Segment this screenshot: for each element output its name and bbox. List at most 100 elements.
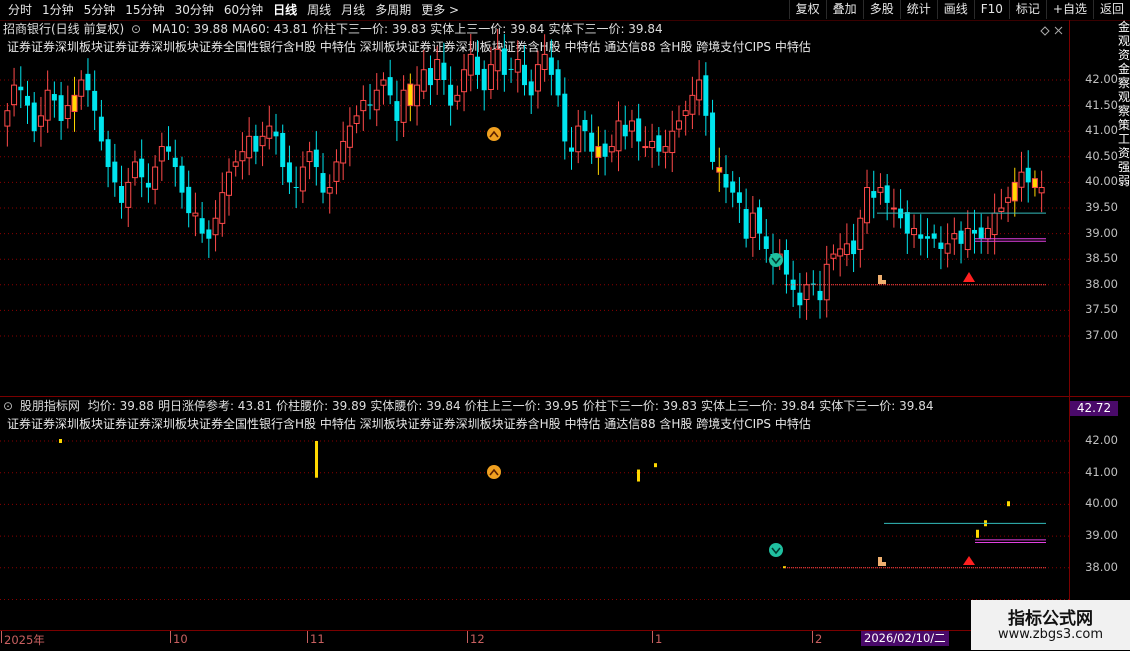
candle-body [326, 187, 333, 194]
candle-body [51, 94, 57, 101]
candle-body [286, 162, 292, 183]
date-label: 2025年 [4, 633, 45, 647]
candle-body [152, 166, 159, 190]
red-triangle-icon [963, 272, 975, 282]
candle-body [1011, 181, 1018, 202]
candle-body [407, 83, 414, 107]
indicator-tick: 38.00 [1085, 559, 1118, 574]
candle-body [608, 146, 615, 153]
candle-body [716, 166, 723, 173]
candle-body [467, 53, 474, 76]
candle-body [723, 174, 729, 188]
indicator-bar [637, 469, 640, 482]
candle-body [420, 69, 427, 92]
price-tick: 42.00 [1085, 72, 1118, 86]
candle-body [823, 263, 830, 301]
candle-body [528, 81, 534, 96]
candle-body [85, 73, 91, 91]
down-signal-icon [769, 253, 783, 267]
candle-body [864, 187, 871, 224]
candle-body [602, 143, 608, 157]
candle-body [320, 173, 326, 193]
price-tick: 40.00 [1085, 174, 1118, 189]
candle-body [172, 157, 178, 168]
up-signal-icon [487, 465, 501, 479]
price-tick: 37.50 [1085, 302, 1118, 317]
kline-chart[interactable] [0, 0, 1130, 650]
hand-cursor-icon [878, 275, 886, 284]
candle-body [64, 105, 71, 120]
candle-body [501, 48, 507, 75]
candle-body [98, 116, 104, 142]
candle-body [186, 186, 192, 214]
indicator-tick: 39.00 [1085, 528, 1118, 543]
date-tick [170, 631, 171, 643]
candle-body [622, 124, 628, 137]
candle-body [662, 146, 669, 153]
candle-body [696, 79, 703, 101]
candle-body [31, 102, 37, 132]
candle-body [703, 75, 709, 116]
candle-body [978, 227, 984, 239]
candle-body [380, 79, 387, 86]
candle-body [145, 182, 151, 188]
indicator-bar [315, 441, 318, 478]
panel-divider [0, 396, 1130, 397]
watermark-title: 指标公式网 [1008, 609, 1093, 629]
candle-body [944, 243, 951, 254]
candle-body [817, 290, 823, 301]
date-tick [812, 631, 813, 643]
candle-body [656, 135, 662, 152]
candle-body [710, 112, 716, 162]
candle-body [522, 64, 527, 86]
candle-body [246, 135, 253, 159]
candle-body [595, 146, 602, 158]
indicator-bar [1007, 501, 1010, 507]
candle-body [837, 248, 844, 257]
down-signal-icon [769, 543, 783, 557]
up-signal-icon [487, 127, 501, 141]
candle-body [158, 146, 165, 162]
candle-body [166, 146, 172, 152]
candle-body [139, 158, 145, 178]
indicator-bar [654, 463, 657, 468]
candle-body [877, 187, 884, 193]
date-label: 12 [470, 632, 485, 646]
candle-body [843, 243, 850, 256]
candle-body [253, 135, 259, 152]
candle-body [494, 48, 501, 72]
price-tick: 41.00 [1085, 123, 1118, 138]
candle-body [830, 253, 837, 259]
candle-body [92, 90, 98, 111]
candle-body [414, 84, 421, 107]
candle-body [958, 230, 964, 244]
candle-body [219, 192, 226, 224]
indicator-tick: 42.00 [1085, 433, 1118, 447]
candle-body [749, 212, 756, 238]
date-tick [652, 631, 653, 643]
candle-body [225, 171, 232, 196]
candle-body [803, 284, 810, 300]
candle-body [487, 64, 494, 90]
candle-body [441, 62, 447, 80]
candle-body [4, 110, 11, 127]
price-tick: 39.00 [1085, 225, 1118, 240]
date-tick [1, 631, 2, 643]
candle-body [548, 57, 554, 75]
candle-body [783, 250, 789, 275]
right-side-panel[interactable]: 金观资金察观察策工资强弱 [1118, 20, 1130, 400]
indicator-value-badge: 42.72 [1070, 401, 1118, 416]
candle-body [569, 147, 575, 152]
candle-body [689, 94, 696, 115]
candle-body [474, 56, 480, 75]
candle-body [1018, 171, 1025, 188]
date-tick [467, 631, 468, 643]
candle-body [434, 59, 441, 80]
indicator-tick: 41.00 [1085, 464, 1118, 479]
candle-body [105, 139, 111, 168]
candle-body [346, 125, 353, 148]
candle-body [991, 212, 998, 236]
price-tick: 40.50 [1085, 148, 1118, 163]
candle-body [911, 227, 918, 236]
candle-body [904, 212, 910, 234]
